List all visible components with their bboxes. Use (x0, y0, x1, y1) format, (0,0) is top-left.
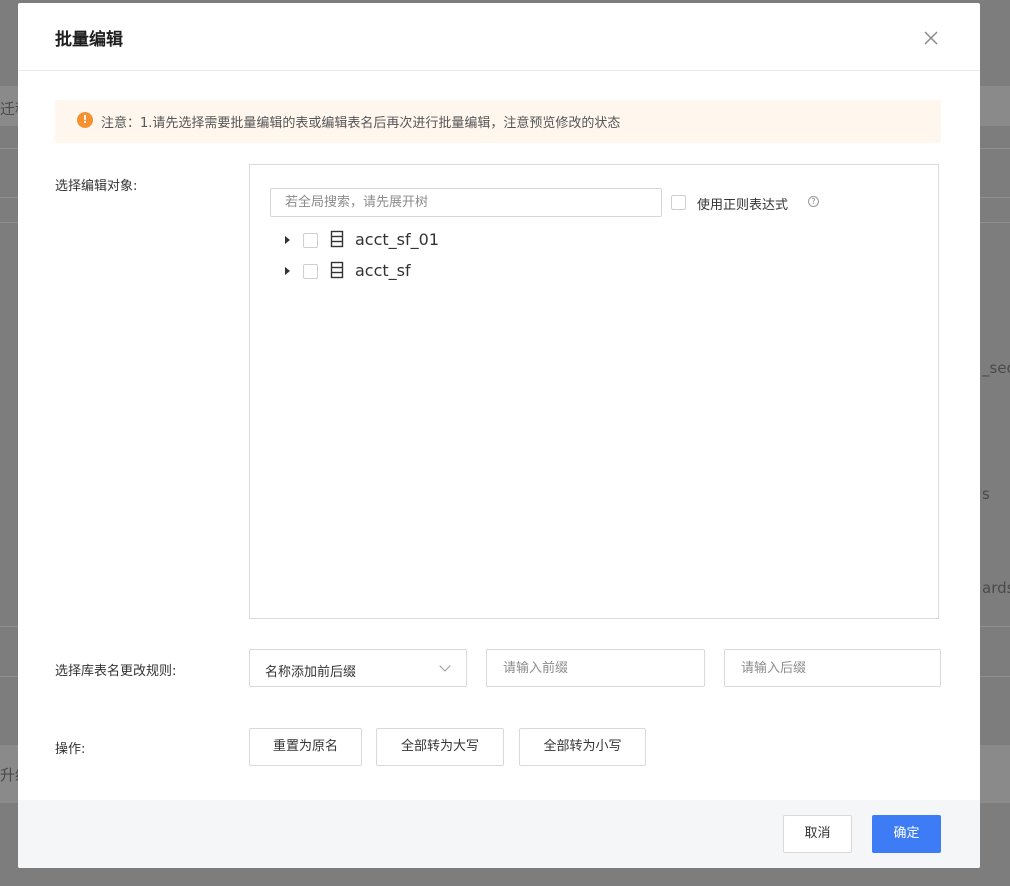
modal-title: 批量编辑 (55, 30, 123, 50)
object-tree-panel: 使用正则表达式 ? acct_sf_01 acct_sf (249, 164, 939, 619)
operations-label: 操作: (55, 742, 86, 757)
modal-footer: 取消 确定 (18, 800, 980, 868)
background-text: _sec (982, 359, 1010, 377)
caret-right-icon[interactable] (285, 236, 290, 244)
chevron-down-icon (439, 660, 451, 672)
batch-edit-modal: 批量编辑 ! 注意：1.请先选择需要批量编辑的表或编辑表名后再次进行批量编辑，注… (18, 3, 980, 868)
modal-header: 批量编辑 (18, 3, 980, 71)
database-icon (330, 230, 344, 248)
close-button[interactable] (918, 25, 944, 51)
rule-select-value: 名称添加前后缀 (265, 665, 357, 680)
rule-select[interactable]: 名称添加前后缀 (249, 649, 467, 687)
regex-label: 使用正则表达式 (697, 198, 789, 213)
cancel-button[interactable]: 取消 (783, 815, 852, 853)
background-text: ards (982, 579, 1010, 597)
close-icon (924, 31, 938, 45)
suffix-input[interactable] (724, 649, 941, 687)
tree-node-checkbox[interactable] (303, 233, 318, 248)
background-text: s (982, 485, 990, 503)
lowercase-button[interactable]: 全部转为小写 (519, 728, 646, 766)
regex-checkbox[interactable] (671, 195, 686, 210)
tree-node-checkbox[interactable] (303, 264, 318, 279)
uppercase-button[interactable]: 全部转为大写 (376, 728, 504, 766)
caret-right-icon[interactable] (285, 267, 290, 275)
notice-text: 注意：1.请先选择需要批量编辑的表或编辑表名后再次进行批量编辑，注意预览修改的状… (101, 116, 621, 131)
tree-node[interactable]: acct_sf (250, 259, 650, 283)
database-icon (330, 261, 344, 279)
tree-search-input[interactable] (270, 188, 662, 217)
reset-name-button[interactable]: 重置为原名 (249, 728, 362, 766)
tree-node-label: acct_sf (355, 261, 411, 280)
notice-banner: ! 注意：1.请先选择需要批量编辑的表或编辑表名后再次进行批量编辑，注意预览修改… (55, 100, 941, 143)
tree-node[interactable]: acct_sf_01 (250, 228, 650, 252)
rule-label: 选择库表名更改规则: (55, 664, 177, 679)
prefix-input[interactable] (486, 649, 705, 687)
exclamation-circle-icon: ! (77, 112, 93, 128)
target-label: 选择编辑对象: (55, 179, 138, 194)
question-circle-icon[interactable]: ? (808, 196, 819, 207)
confirm-button[interactable]: 确定 (872, 815, 941, 853)
tree-node-label: acct_sf_01 (355, 230, 439, 249)
